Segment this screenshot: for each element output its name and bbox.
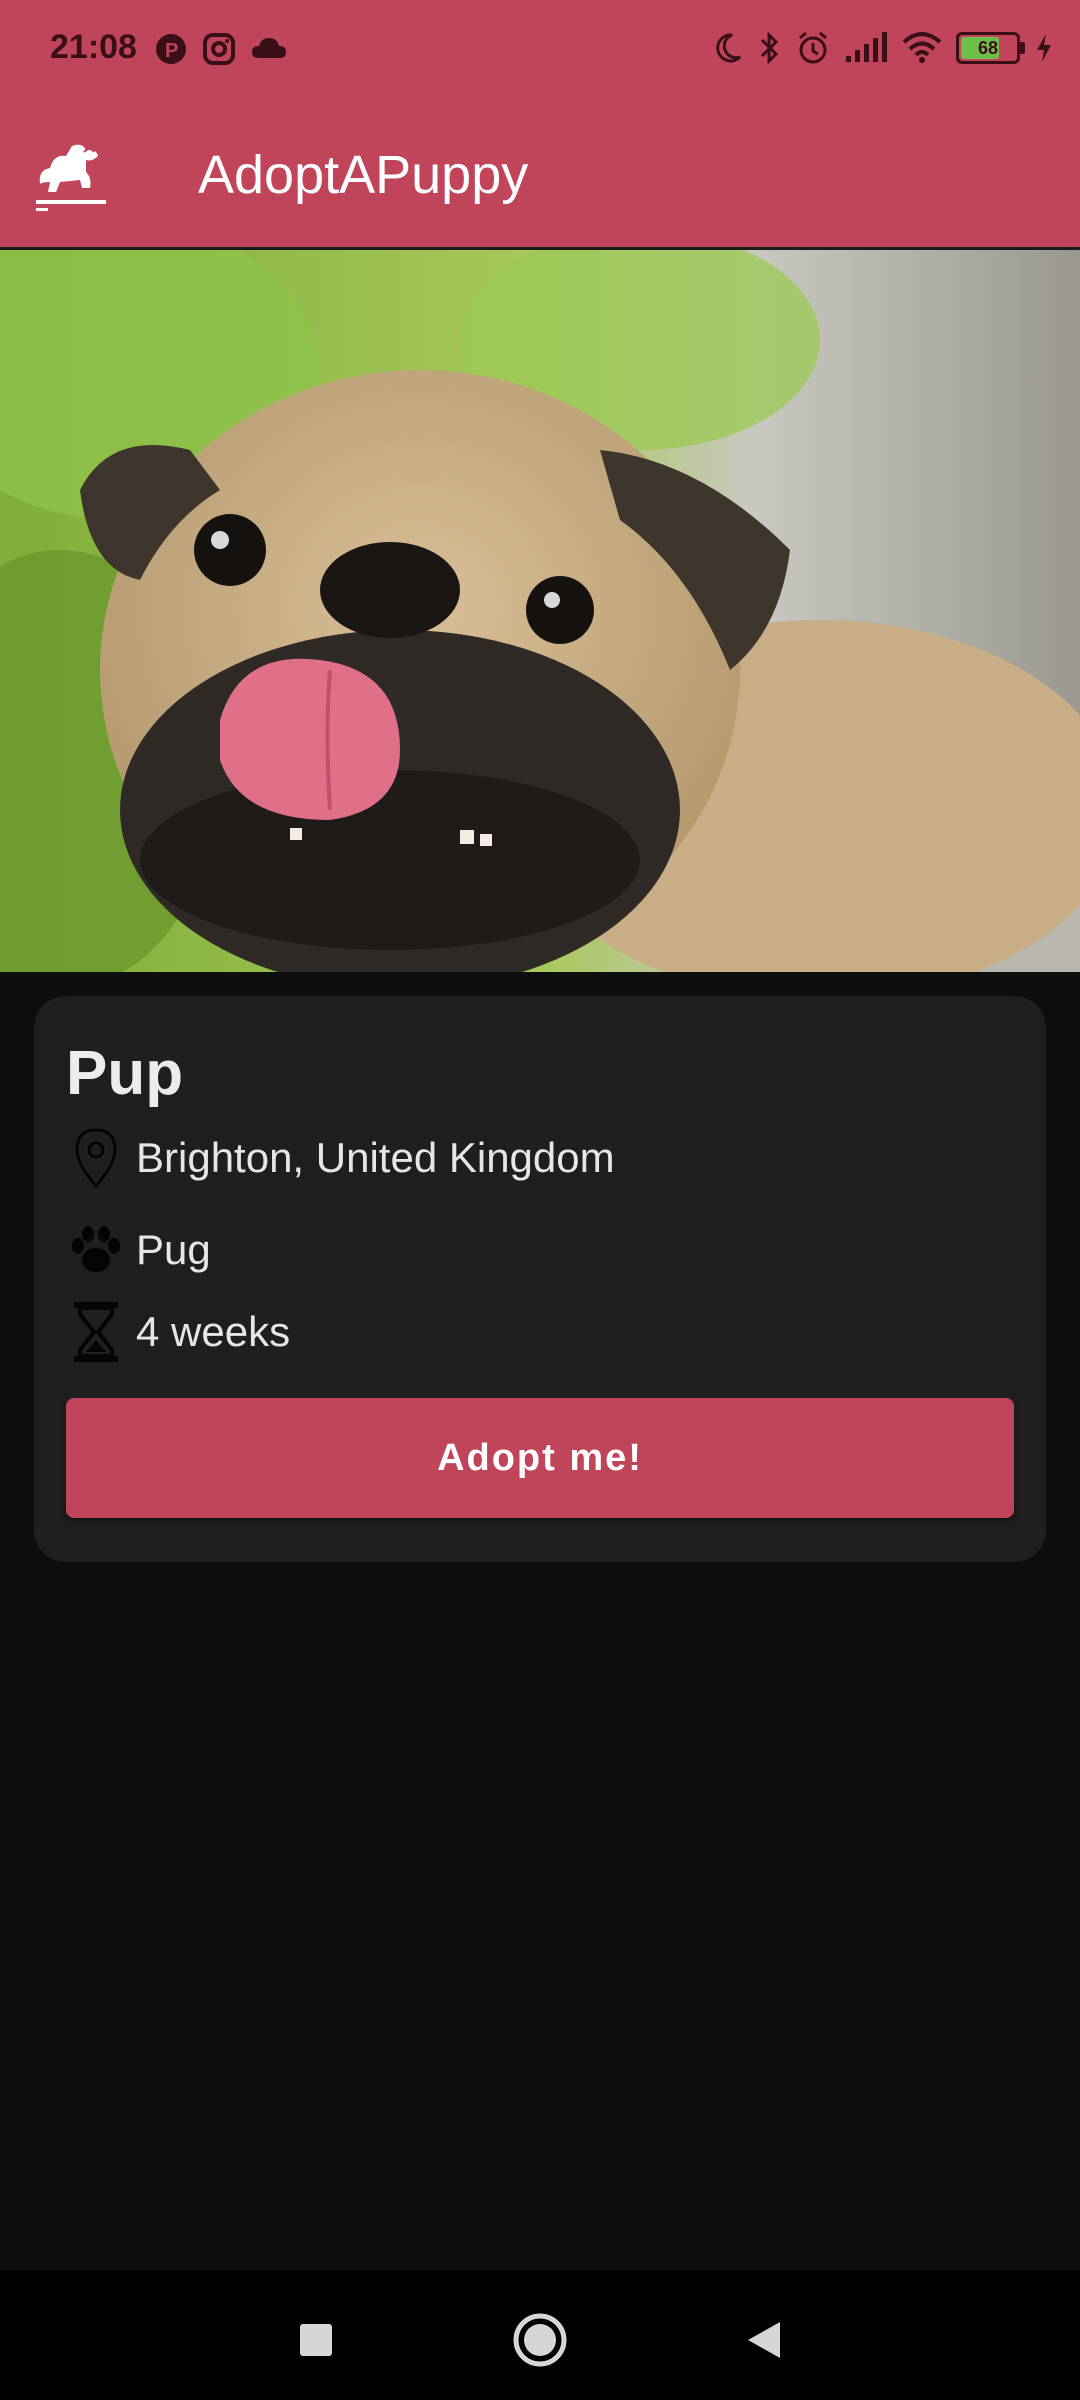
app-title: AdoptAPuppy [198,145,529,205]
age-row: 4 weeks [68,1300,290,1364]
location-row: Brighton, United Kingdom [68,1126,615,1190]
status-right-icons: 68 [712,30,1054,66]
alarm-icon [799,31,827,64]
pet-location: Brighton, United Kingdom [136,1134,615,1181]
app-bar: AdoptAPuppy [0,102,1080,250]
pug-image [0,250,1080,972]
pet-card: Pup Brighton, United Kingdom Pug 4 weeks… [34,996,1046,1562]
hourglass-icon [68,1300,124,1364]
battery-icon: 68 [956,32,1025,64]
dog-logo-icon[interactable] [32,132,112,216]
svg-text:P: P [165,40,178,62]
bluetooth-icon [760,31,779,65]
status-bar: 21:08 P 68 [0,0,1080,102]
home-circle-icon[interactable] [510,2310,570,2370]
recents-square-icon[interactable] [286,2310,346,2370]
system-nav-bar [0,2270,1080,2400]
pet-photo [0,250,1080,972]
adopt-button[interactable]: Adopt me! [66,1398,1014,1518]
back-triangle-icon[interactable] [734,2310,794,2370]
battery-level: 68 [977,38,999,58]
app-p-icon: P [156,34,186,64]
breed-row: Pug [68,1218,211,1282]
instagram-icon [203,33,235,65]
paw-icon [68,1218,124,1282]
pet-age: 4 weeks [136,1308,291,1355]
location-pin-icon [68,1126,124,1190]
signal-icon [846,32,887,62]
charging-icon [1037,34,1051,62]
status-left-icons: P [154,32,288,66]
cloud-icon [252,38,286,58]
moon-icon [716,33,742,63]
wifi-icon [902,32,942,63]
pet-name: Pup [66,1039,184,1108]
status-time: 21:08 [50,28,137,66]
pet-breed: Pug [136,1226,211,1273]
